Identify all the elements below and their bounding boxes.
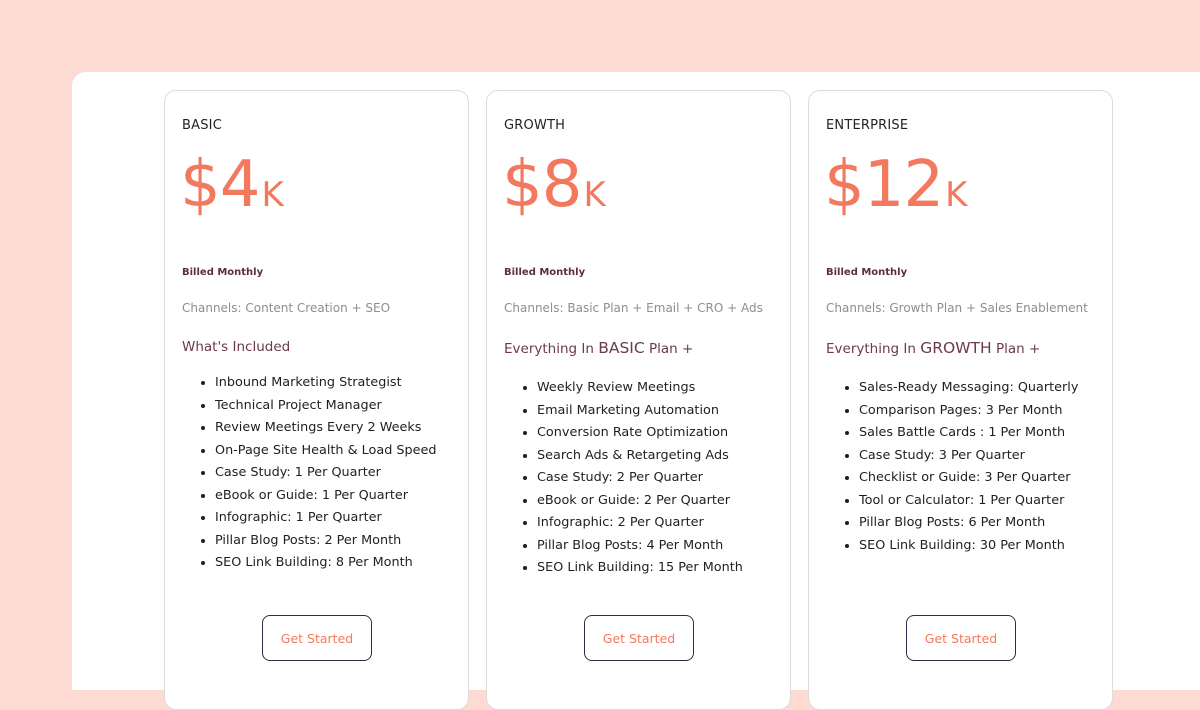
features-heading: What's Included: [182, 337, 290, 355]
price-amount: $12: [824, 148, 944, 222]
heading-text: What's Included: [182, 339, 291, 355]
heading-text: Everything In: [826, 341, 921, 357]
feature-item: SEO Link Building: 8 Per Month: [215, 552, 437, 575]
feature-item: Review Meetings Every 2 Weeks: [215, 417, 437, 440]
features-heading: Everything In BASIC Plan +: [504, 339, 693, 357]
feature-item: Infographic: 1 Per Quarter: [215, 507, 437, 530]
plan-name: ENTERPRISE: [826, 118, 909, 133]
heading-plan: GROWTH: [920, 339, 992, 357]
feature-item: Case Study: 1 Per Quarter: [215, 462, 437, 485]
feature-item: Tool or Calculator: 1 Per Quarter: [859, 490, 1078, 513]
plan-price: $8K: [502, 153, 606, 217]
plan-card-growth: GROWTH $8K Billed Monthly Channels: Basi…: [486, 90, 791, 710]
get-started-button-growth[interactable]: Get Started: [584, 615, 694, 661]
feature-item: SEO Link Building: 15 Per Month: [537, 557, 743, 580]
plan-channels: Channels: Basic Plan + Email + CRO + Ads: [504, 301, 763, 315]
feature-item: Case Study: 3 Per Quarter: [859, 445, 1078, 468]
plan-card-enterprise: ENTERPRISE $12K Billed Monthly Channels:…: [808, 90, 1113, 710]
billing-period: Billed Monthly: [826, 267, 908, 278]
plan-name: GROWTH: [504, 118, 566, 133]
heading-text: Everything In: [504, 341, 599, 357]
feature-item: Conversion Rate Optimization: [537, 422, 743, 445]
price-amount: $8: [502, 148, 582, 222]
plan-price: $4K: [180, 153, 284, 217]
feature-item: Email Marketing Automation: [537, 400, 743, 423]
feature-item: eBook or Guide: 2 Per Quarter: [537, 490, 743, 513]
get-started-button-enterprise[interactable]: Get Started: [906, 615, 1016, 661]
feature-item: SEO Link Building: 30 Per Month: [859, 535, 1078, 558]
feature-item: Weekly Review Meetings: [537, 377, 743, 400]
billing-period: Billed Monthly: [504, 267, 586, 278]
feature-item: Pillar Blog Posts: 6 Per Month: [859, 512, 1078, 535]
plan-name: BASIC: [182, 118, 222, 133]
feature-item: Inbound Marketing Strategist: [215, 372, 437, 395]
feature-item: Checklist or Guide: 3 Per Quarter: [859, 467, 1078, 490]
feature-item: Pillar Blog Posts: 2 Per Month: [215, 530, 437, 553]
plan-card-basic: BASIC $4K Billed Monthly Channels: Conte…: [164, 90, 469, 710]
feature-item: Search Ads & Retargeting Ads: [537, 445, 743, 468]
feature-list: Weekly Review Meetings Email Marketing A…: [520, 377, 743, 580]
price-suffix: K: [945, 175, 968, 215]
plan-channels: Channels: Growth Plan + Sales Enablement: [826, 301, 1088, 315]
feature-item: Pillar Blog Posts: 4 Per Month: [537, 535, 743, 558]
get-started-button-basic[interactable]: Get Started: [262, 615, 372, 661]
feature-item: eBook or Guide: 1 Per Quarter: [215, 485, 437, 508]
price-suffix: K: [583, 175, 606, 215]
feature-list: Sales-Ready Messaging: Quarterly Compari…: [842, 377, 1078, 557]
plan-channels: Channels: Content Creation + SEO: [182, 301, 391, 315]
features-heading: Everything In GROWTH Plan +: [826, 339, 1040, 357]
feature-item: Infographic: 2 Per Quarter: [537, 512, 743, 535]
feature-list: Inbound Marketing Strategist Technical P…: [198, 372, 437, 575]
feature-item: Sales Battle Cards : 1 Per Month: [859, 422, 1078, 445]
price-amount: $4: [180, 148, 260, 222]
heading-suffix: Plan +: [644, 341, 694, 357]
heading-suffix: Plan +: [991, 341, 1041, 357]
feature-item: Comparison Pages: 3 Per Month: [859, 400, 1078, 423]
plan-price: $12K: [824, 153, 967, 217]
pricing-cards: BASIC $4K Billed Monthly Channels: Conte…: [164, 90, 1114, 710]
price-suffix: K: [261, 175, 284, 215]
feature-item: Sales-Ready Messaging: Quarterly: [859, 377, 1078, 400]
feature-item: Technical Project Manager: [215, 395, 437, 418]
feature-item: On-Page Site Health & Load Speed: [215, 440, 437, 463]
heading-plan: BASIC: [598, 339, 645, 357]
billing-period: Billed Monthly: [182, 267, 264, 278]
feature-item: Case Study: 2 Per Quarter: [537, 467, 743, 490]
